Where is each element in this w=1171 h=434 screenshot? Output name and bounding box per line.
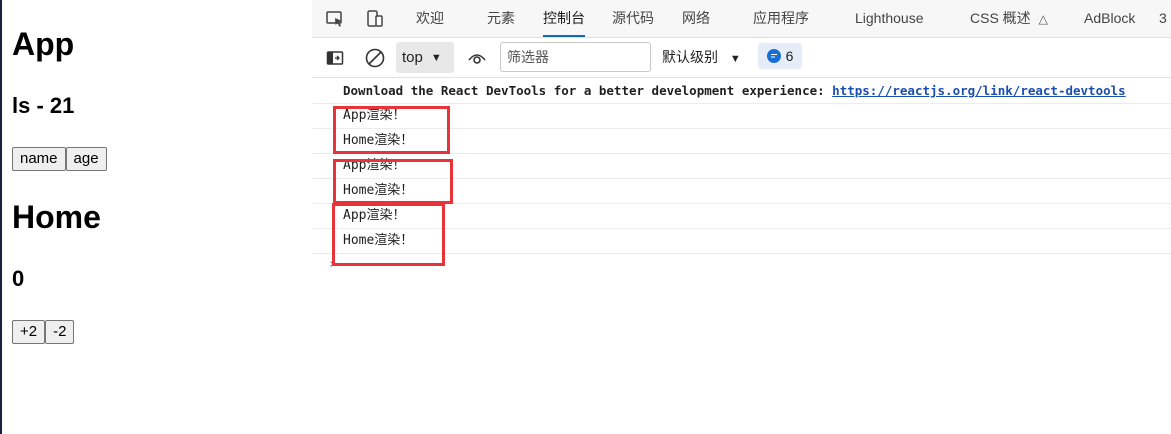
user-info: ls - 21 (12, 93, 75, 118)
caret-down-icon: ▼ (729, 53, 741, 65)
plus-two-button[interactable]: +2 (12, 320, 46, 344)
devtools-link[interactable]: https://reactjs.org/link/react-devtools (832, 83, 1126, 98)
console-output: Download the React DevTools for a better… (312, 79, 1171, 434)
tab-adblock[interactable]: AdBlock (1084, 0, 1135, 37)
home-count: 0 (12, 266, 25, 291)
tab-lighthouse[interactable]: Lighthouse (855, 0, 924, 37)
screen: App ls - 21 name age Home 0 +2 -2 欢迎 元素 … (0, 0, 1171, 434)
flask-icon: △ (1038, 12, 1048, 26)
age-button[interactable]: age (65, 147, 107, 171)
issue-count: 6 (785, 48, 794, 64)
devtools-tabbar: 欢迎 元素 控制台 源代码 网络 应用程序 Lighthouse CSS 概述 … (312, 0, 1171, 38)
devtools-hint-text: Download the React DevTools for a better… (343, 83, 833, 98)
log-level-value: 默认级别 (662, 49, 718, 65)
device-toolbar-icon[interactable] (364, 8, 386, 30)
tab-console[interactable]: 控制台 (543, 0, 585, 37)
inspect-element-icon[interactable] (324, 8, 346, 30)
minus-two-button[interactable]: -2 (45, 320, 75, 344)
tab-css-overview-label: CSS 概述 (970, 10, 1031, 26)
issue-message-icon (766, 49, 781, 63)
tab-more[interactable]: 3 (1159, 0, 1167, 37)
filter-input[interactable] (500, 42, 651, 72)
caret-down-icon: ▼ (430, 51, 442, 64)
context-value: top (402, 49, 423, 66)
sidebar-toggle-icon[interactable] (324, 47, 346, 69)
app-button-row: name age (12, 147, 107, 171)
context-selector[interactable]: top ▼ (396, 42, 454, 73)
log-level-selector[interactable]: 默认级别 ▼ (662, 42, 741, 73)
devtools-panel: 欢迎 元素 控制台 源代码 网络 应用程序 Lighthouse CSS 概述 … (312, 0, 1171, 434)
tab-elements[interactable]: 元素 (487, 0, 515, 37)
tab-css-overview[interactable]: CSS 概述 △ (970, 0, 1048, 37)
issues-counter[interactable]: 6 (758, 43, 802, 69)
name-button[interactable]: name (12, 147, 66, 171)
highlight-box (332, 203, 445, 266)
highlight-box (333, 159, 453, 204)
home-title: Home (12, 199, 101, 235)
console-toolbar: top ▼ 默认级别 ▼ 6 (312, 38, 1171, 78)
tab-sources[interactable]: 源代码 (612, 0, 654, 37)
tab-welcome[interactable]: 欢迎 (416, 0, 444, 37)
tab-application[interactable]: 应用程序 (753, 0, 809, 37)
app-title: App (12, 26, 75, 62)
clear-console-icon[interactable] (364, 47, 386, 69)
tab-network[interactable]: 网络 (682, 0, 710, 37)
live-expression-eye-icon[interactable] (466, 47, 488, 69)
app-preview: App ls - 21 name age Home 0 +2 -2 (0, 0, 312, 434)
highlight-box (333, 106, 450, 154)
home-button-row: +2 -2 (12, 320, 75, 344)
console-message-devtools-hint: Download the React DevTools for a better… (312, 79, 1171, 104)
